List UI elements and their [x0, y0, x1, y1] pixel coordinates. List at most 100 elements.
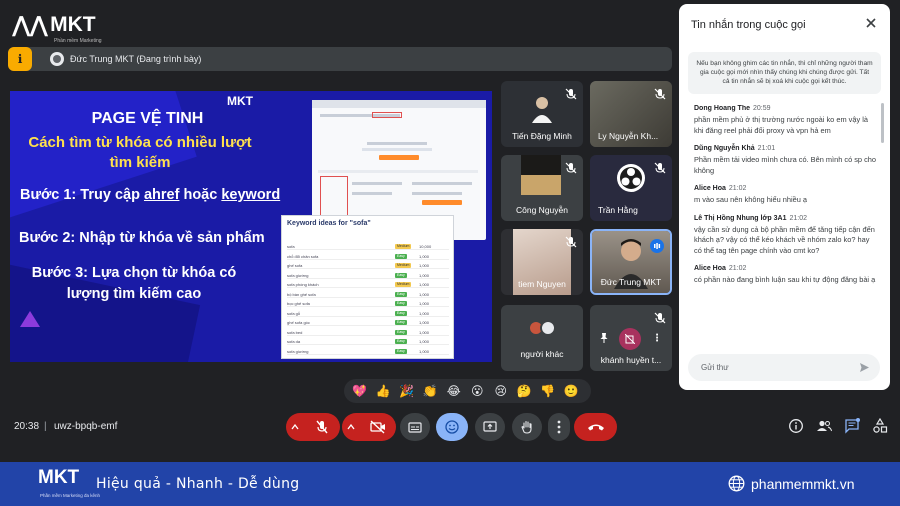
camera-off-icon — [369, 420, 385, 434]
chat-message: Alice Hoa 21:02 m vào sau nên không hiểu … — [694, 185, 876, 206]
mic-off-icon — [565, 236, 577, 248]
reaction-thinking-icon[interactable]: 🤔 — [513, 384, 537, 398]
participant-tile[interactable]: Trần Hằng — [590, 155, 672, 221]
reaction-heart-icon[interactable]: 💖 — [348, 384, 372, 398]
difficulty-badge: Easy — [395, 301, 407, 306]
participant-tile[interactable]: ⋮ khánh huyền t... — [590, 305, 672, 371]
difficulty-badge: Medium — [395, 263, 412, 268]
meeting-separator: | — [44, 421, 47, 432]
mic-toggle-button[interactable] — [286, 413, 340, 441]
chat-title: Tin nhắn trong cuộc gọi — [691, 19, 806, 31]
people-icon[interactable] — [816, 418, 832, 434]
meeting-time: 20:38 — [14, 421, 40, 432]
difficulty-badge: Medium — [395, 244, 412, 249]
keyword-row: sofa da Easy 1,000 — [287, 337, 449, 345]
chat-message-input[interactable] — [701, 363, 851, 372]
participant-tile[interactable]: Ly Nguyễn Kh... — [590, 81, 672, 147]
slide-title: PAGE VỆ TINH — [91, 110, 204, 127]
pin-icon[interactable] — [598, 332, 610, 344]
more-options-button[interactable] — [548, 413, 570, 441]
message-sender: Dũng Nguyễn Khả — [694, 145, 755, 152]
mic-off-icon — [565, 162, 577, 174]
mic-off-icon — [654, 162, 666, 174]
message-text: phần mềm phủ ở thị trường nước ngoài ko … — [694, 115, 868, 135]
participant-tile[interactable]: tiem Nguyen — [501, 229, 583, 295]
participant-name: Ly Nguyễn Kh... — [598, 131, 659, 141]
difficulty-badge: Easy — [395, 329, 407, 335]
activities-icon[interactable] — [872, 418, 888, 434]
chat-input-box[interactable] — [688, 354, 880, 381]
volume-value: 1,000 — [419, 253, 430, 259]
keyword-ideas-panel: Keyword ideas for "sofa" sofa Medium 10,00… — [281, 215, 454, 359]
info-icon[interactable] — [788, 418, 804, 434]
chevron-up-icon[interactable] — [342, 413, 359, 441]
volume-value: 1,000 — [419, 291, 430, 297]
message-sender: Alice Hoa — [694, 265, 726, 272]
send-icon[interactable] — [859, 362, 870, 373]
reaction-thumbs-down-icon[interactable]: 👎 — [536, 384, 560, 398]
more-options-icon[interactable]: ⋮ — [652, 333, 662, 344]
speaking-indicator-icon — [650, 239, 664, 253]
remove-frame-icon[interactable] — [619, 328, 641, 350]
keyword-text: ghế sofa — [287, 263, 303, 268]
volume-value: 10,000 — [419, 244, 432, 249]
chat-scrollbar[interactable] — [881, 103, 884, 143]
participant-name: Trần Hằng — [598, 205, 638, 215]
footer-logo-tagline: Phần mềm Marketing đa kênh — [40, 493, 101, 498]
slide-subtitle: Cách tìm từ khóa có nhiều lượt tìm kiếm — [28, 134, 252, 171]
obs-icon — [617, 164, 645, 192]
participant-tile[interactable]: Công Nguyễn — [501, 155, 583, 221]
participant-tile-others[interactable]: người khác — [501, 305, 583, 371]
message-time: 21:02 — [728, 265, 747, 272]
reaction-surprised-icon[interactable]: 😮 — [466, 384, 490, 398]
message-text: Phần mềm tải video mình chưa có. Bên mìn… — [694, 155, 876, 175]
footer-website[interactable]: phanmemmkt.vn — [728, 475, 854, 492]
reaction-laugh-icon[interactable]: 😂 — [442, 384, 466, 398]
difficulty-badge: Easy — [395, 348, 407, 354]
reaction-skin-tone-icon[interactable]: 🙂 — [560, 384, 584, 398]
keyword-row: sofa gỗ Easy 1,000 — [287, 309, 449, 317]
reaction-party-icon[interactable]: 🎉 — [395, 384, 419, 398]
logo-tagline: Phần mềm Marketing — [54, 38, 102, 44]
keyword-row: ghế sofa Medium 1,000 — [287, 261, 449, 269]
keyword-row: sofa giường Easy 1,000 — [287, 347, 449, 355]
volume-value: 1,000 — [419, 320, 430, 325]
message-text: vậy cần sử dụng cả bộ phần mềm để tăng t… — [694, 224, 875, 255]
keyword-row: sofa bed Easy 1,000 — [287, 328, 449, 336]
difficulty-badge: Easy — [395, 272, 407, 278]
reaction-thumbs-up-icon[interactable]: 👍 — [372, 384, 396, 398]
keyword-text: sofa phòng khách — [287, 282, 319, 287]
captions-button[interactable] — [400, 413, 430, 441]
participant-name: Đức Trung MKT — [600, 277, 662, 287]
participant-name: người khác — [520, 349, 564, 359]
participant-name: tiem Nguyen — [518, 279, 566, 289]
camera-toggle-button[interactable] — [342, 413, 396, 441]
chevron-up-icon[interactable] — [286, 413, 303, 441]
footer-banner: MKT Phần mềm Marketing đa kênh Hiệu quả … — [0, 462, 900, 506]
leave-call-button[interactable] — [574, 413, 617, 441]
reactions-bar: 💖 👍 🎉 👏 😂 😮 😢 🤔 👎 🙂 — [344, 379, 591, 403]
reaction-sad-icon[interactable]: 😢 — [489, 384, 513, 398]
chat-messages: Dong Hoang The 20:59 phần mềm phủ ở thị t… — [694, 105, 876, 341]
participant-tile[interactable]: Tiến Đặng Minh — [501, 81, 583, 147]
raise-hand-button[interactable] — [512, 413, 542, 441]
chat-icon[interactable] — [844, 418, 860, 434]
present-icon[interactable]: ℹ — [8, 47, 32, 71]
footer-logo: MKT Phần mềm Marketing đa kênh — [38, 467, 100, 498]
chat-message: Alice Hoa 21:02 có phần nào đang bình luậ… — [694, 265, 876, 286]
keyword-row: bộ bàn ghế sofa Easy 1,000 — [287, 290, 449, 298]
difficulty-badge: Easy — [395, 253, 407, 259]
slide-step-2: Bước 2: Nhập từ khóa về sản phẩm — [19, 230, 265, 246]
difficulty-badge: Easy — [395, 291, 407, 297]
message-time: 21:02 — [789, 214, 808, 222]
website-text[interactable]: phanmemmkt.vn — [751, 476, 854, 492]
reaction-clap-icon[interactable]: 👏 — [419, 384, 443, 398]
reactions-button[interactable] — [436, 413, 468, 441]
keyword-text: bọc ghế sofa — [287, 301, 310, 306]
close-icon[interactable] — [864, 16, 878, 30]
message-sender: Dong Hoang The — [694, 105, 750, 112]
participant-name: Công Nguyễn — [516, 205, 568, 215]
participant-tile-active-speaker[interactable]: Đức Trung MKT — [590, 229, 672, 295]
keyword-text: sofa gỗ — [287, 310, 301, 316]
present-screen-button[interactable] — [475, 413, 505, 441]
